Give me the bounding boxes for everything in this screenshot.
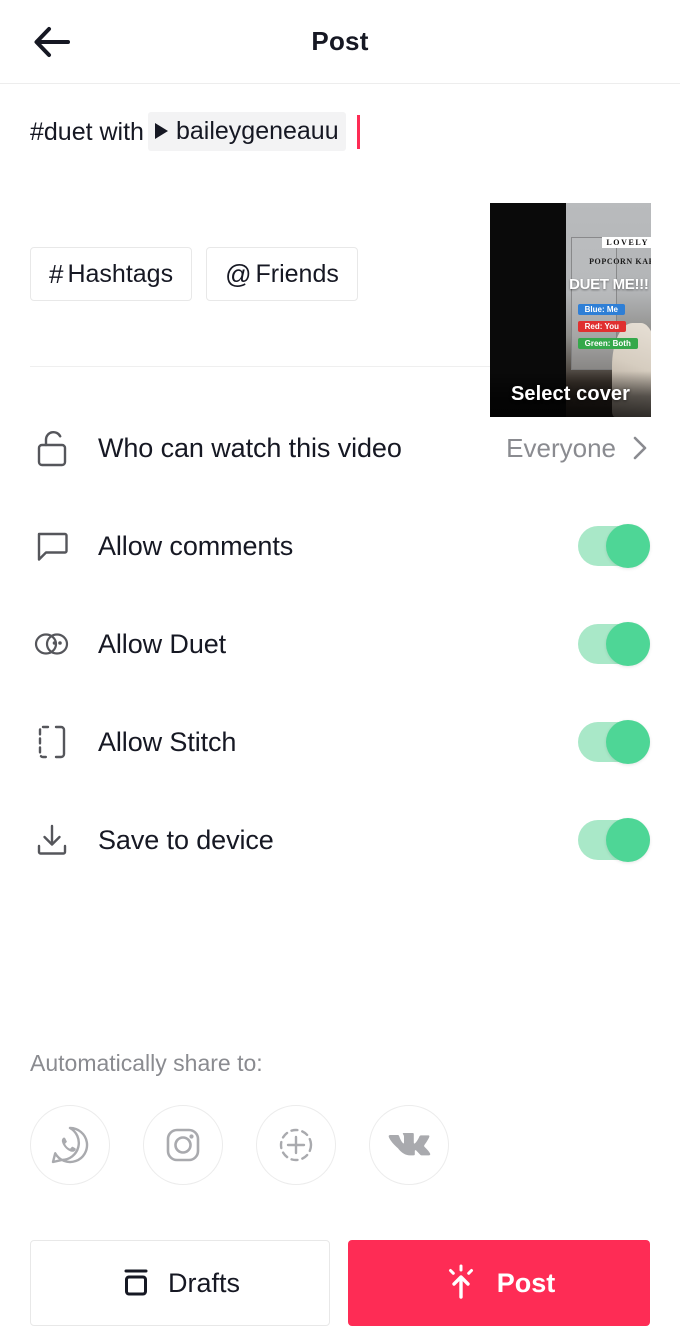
instagram-story-icon [279,1128,313,1162]
drafts-button[interactable]: Drafts [30,1240,330,1326]
share-vk-button[interactable] [369,1105,449,1185]
share-instagram-story-button[interactable] [256,1105,336,1185]
stitch-icon [30,720,74,764]
footer-actions: Drafts Post [0,1240,680,1326]
duet-icon [30,622,74,666]
who-can-watch-label: Who can watch this video [98,432,402,463]
friends-label: Friends [255,259,339,288]
share-targets [30,1105,650,1185]
cover-headline: DUET ME!!! [569,275,649,293]
cover-tag-red: Red: You [577,320,626,332]
comment-bubble-icon [30,524,74,568]
allow-duet-label: Allow Duet [98,628,227,659]
upload-burst-icon [448,1264,473,1299]
chevron-right-icon [630,433,650,463]
post-screen: Post #duet with baileygeneauu # Hashtags… [0,0,680,1344]
share-whatsapp-button[interactable] [30,1105,110,1185]
cover-brand-sub: POPCORN KAR [589,256,651,266]
allow-comments-row[interactable]: Allow comments [0,497,680,595]
cover-tag-green: Green: Both [577,337,638,349]
allow-stitch-toggle[interactable] [578,720,650,764]
allow-stitch-row[interactable]: Allow Stitch [0,693,680,791]
arrow-left-icon [34,26,70,57]
auto-share-label: Automatically share to: [30,1050,263,1076]
hashtags-label: Hashtags [67,259,174,288]
at-icon: @ [225,258,252,289]
unlock-icon [30,426,74,470]
allow-comments-toggle[interactable] [578,524,650,568]
drafts-box-icon [124,1269,148,1296]
play-triangle-icon [154,123,168,139]
settings-list: Who can watch this video Everyone Allow … [0,367,680,889]
download-icon [30,818,74,862]
app-header: Post [0,0,680,84]
caption-prefix-text: #duet with [30,117,144,146]
text-cursor [356,114,360,149]
mention-username: baileygeneauu [175,117,339,145]
cover-tag-blue: Blue: Me [577,303,625,315]
cover-thumbnail[interactable]: LOVELY POPCORN KAR DUET ME!!! Blue: Me R… [490,203,651,417]
select-cover-button[interactable]: Select cover [490,371,651,417]
toggle-knob [606,720,650,764]
allow-stitch-label: Allow Stitch [98,726,237,757]
vk-icon [388,1133,431,1156]
post-label: Post [496,1267,556,1298]
back-button[interactable] [24,18,80,66]
caption-section: #duet with baileygeneauu # Hashtags @ Fr… [0,84,680,417]
whatsapp-icon [51,1126,89,1164]
hash-icon: # [49,258,64,289]
save-to-device-label: Save to device [98,824,274,855]
save-to-device-toggle[interactable] [578,818,650,862]
toggle-knob [606,622,650,666]
allow-comments-label: Allow comments [98,530,294,561]
post-button[interactable]: Post [348,1240,650,1326]
toggle-knob [606,524,650,568]
mention-chip[interactable]: baileygeneauu [147,112,346,151]
page-title: Post [311,26,369,56]
select-cover-label: Select cover [510,382,631,405]
drafts-label: Drafts [167,1267,240,1298]
cover-brand-top: LOVELY [602,237,651,249]
hashtags-button[interactable]: # Hashtags [30,247,193,301]
tag-buttons: # Hashtags @ Friends [30,247,358,301]
who-can-watch-value: Everyone [506,432,616,463]
allow-duet-row[interactable]: Allow Duet [0,595,680,693]
allow-duet-toggle[interactable] [578,622,650,666]
save-to-device-row[interactable]: Save to device [0,791,680,889]
instagram-icon [166,1128,200,1162]
caption-input[interactable]: #duet with baileygeneauu [30,112,430,151]
friends-button[interactable]: @ Friends [206,247,358,301]
toggle-knob [606,818,650,862]
auto-share-section: Automatically share to: [30,1050,650,1185]
share-instagram-button[interactable] [143,1105,223,1185]
